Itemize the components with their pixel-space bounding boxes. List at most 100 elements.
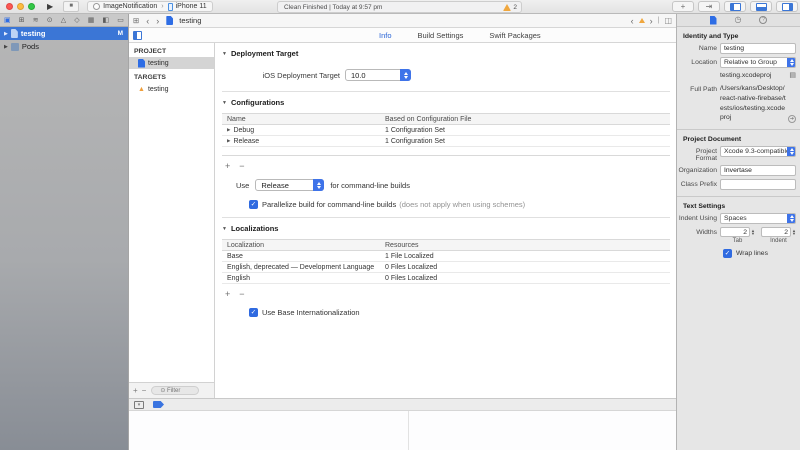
scheme-selector[interactable]: ImageNotification › iPhone 11 [87,1,212,12]
console-divider[interactable] [408,411,409,450]
disclosure-icon[interactable]: ▶ [4,31,8,37]
remove-target-button[interactable]: − [142,386,147,395]
table-row[interactable]: English 0 Files Localized [222,273,670,284]
report-navigator-icon[interactable]: ▭ [117,16,124,24]
device-name: iPhone 11 [176,3,207,10]
text-settings-header: Text Settings [683,203,800,210]
project-format-label: Project Format [677,146,717,162]
name-field[interactable] [720,43,796,54]
quick-help-icon[interactable]: ? [759,16,767,24]
tab-width-field[interactable]: 2 [720,227,750,237]
popup-value: Xcode 9.3-compatible [724,148,790,155]
jump-bar-file[interactable]: testing [179,16,201,25]
remove-configuration-button[interactable]: − [239,161,244,171]
library-add-button[interactable]: + [672,1,694,12]
debug-console[interactable] [129,411,676,450]
project-item-testing[interactable]: testing [129,57,214,69]
table-row[interactable]: ▶Release 1 Configuration Set [222,136,670,147]
column-name: Name [222,116,381,123]
warning-counter[interactable]: 2 [503,4,517,11]
add-target-button[interactable]: + [133,386,138,395]
navigator-item-label: testing [21,29,46,38]
activity-viewer[interactable]: Clean Finished | Today at 9:57 pm 2 [277,1,522,13]
table-row[interactable]: English, deprecated — Development Langua… [222,262,670,273]
parallelize-note: (does not apply when using schemes) [399,200,525,209]
folder-icon[interactable]: ▤ [789,71,796,79]
zoom-window-button[interactable] [28,3,35,10]
breakpoints-toggle-icon[interactable] [153,401,164,408]
base-internationalization-checkbox[interactable]: ✓ [249,308,258,317]
parallelize-checkbox[interactable]: ✓ [249,200,258,209]
minimize-window-button[interactable] [17,3,24,10]
add-editor-icon[interactable]: ◫ [664,16,672,25]
remove-localization-button[interactable]: − [239,289,244,299]
previous-issue-button[interactable]: ‹ [631,16,634,26]
project-navigator: ▶ testing M ▶ Pods [0,27,129,450]
disclosure-icon[interactable]: ▼ [222,51,227,57]
open-in-finder-icon[interactable]: ➔ [788,115,796,123]
close-window-button[interactable] [6,3,13,10]
test-navigator-icon[interactable]: ◇ [74,16,79,24]
find-navigator-icon[interactable]: ⊙ [47,16,53,24]
wrap-lines-checkbox[interactable]: ✓ [723,249,732,258]
next-issue-button[interactable]: › [650,16,653,26]
organization-field[interactable] [720,165,796,176]
table-row[interactable]: ▶Debug 1 Configuration Set [222,125,670,136]
toggle-navigator-button[interactable] [724,1,746,12]
disclosure-icon[interactable]: ▶ [227,127,230,133]
related-items-icon[interactable]: ⊞ [133,16,139,25]
toggle-debug-area-button[interactable] [750,1,772,12]
history-inspector-icon[interactable]: ◷ [735,16,742,24]
back-button[interactable]: ‹ [146,16,149,26]
modified-badge: M [118,30,123,37]
tab-swift-packages[interactable]: Swift Packages [489,31,540,40]
filter-input[interactable] [151,386,199,395]
tab-caption: Tab [720,238,755,244]
navigator-item-pods[interactable]: ▶ Pods [0,40,128,53]
indent-using-popup[interactable]: Spaces [720,213,796,224]
indent-width-stepper[interactable]: ▲▼ [792,229,796,236]
disclosure-icon[interactable]: ▶ [227,138,230,144]
debug-navigator-icon[interactable]: ▦ [88,16,95,24]
stop-button[interactable]: ■ [63,1,79,12]
section-localizations[interactable]: ▼ Localizations [222,224,670,233]
tab-build-settings[interactable]: Build Settings [418,31,464,40]
popup-value: Release [261,181,289,190]
add-localization-button[interactable]: + [225,289,230,299]
location-popup[interactable]: Relative to Group [720,57,796,68]
target-item-testing[interactable]: ▲ testing [129,83,214,95]
table-row[interactable]: Base 1 File Localized [222,251,670,262]
class-prefix-label: Class Prefix [677,179,717,188]
navigator-item-testing[interactable]: ▶ testing M [0,27,128,40]
pods-project-icon [11,43,19,51]
toggle-projects-list-icon[interactable] [133,31,142,40]
tab-info[interactable]: Info [379,31,392,40]
run-button[interactable]: ▶ [47,2,53,11]
section-deployment-target[interactable]: ▼ Deployment Target [222,49,670,58]
project-format-popup[interactable]: Xcode 9.3-compatible [720,146,796,157]
issue-navigation: ‹ › | ◫ [631,16,672,26]
hide-debug-area-icon[interactable]: ▾ [134,401,144,409]
section-configurations[interactable]: ▼ Configurations [222,98,670,107]
add-configuration-button[interactable]: + [225,161,230,171]
toggle-inspector-button[interactable] [776,1,798,12]
class-prefix-field[interactable] [720,179,796,190]
symbol-navigator-icon[interactable]: ≋ [33,16,39,24]
disclosure-icon[interactable]: ▼ [222,226,227,232]
command-line-config-popup[interactable]: Release [255,179,324,191]
disclosure-icon[interactable]: ▶ [4,44,8,50]
disclosure-icon[interactable]: ▼ [222,100,227,106]
indent-width-field[interactable]: 2 [761,227,791,237]
editor-arrangement-button[interactable]: ⇥ [698,1,720,12]
indent-caption: Indent [761,238,796,244]
file-inspector-icon[interactable] [710,16,717,25]
tab-width-stepper[interactable]: ▲▼ [751,229,755,236]
issue-navigator-icon[interactable]: △ [61,16,66,24]
source-control-navigator-icon[interactable]: ⊞ [19,16,25,24]
scheme-name: ImageNotification [103,3,157,10]
navigator-item-label: Pods [22,42,39,51]
project-navigator-icon[interactable]: ▣ [4,16,11,24]
forward-button[interactable]: › [156,16,159,26]
ios-deployment-target-popup[interactable]: 10.0 [345,69,411,81]
breakpoint-navigator-icon[interactable]: ◧ [103,16,110,24]
